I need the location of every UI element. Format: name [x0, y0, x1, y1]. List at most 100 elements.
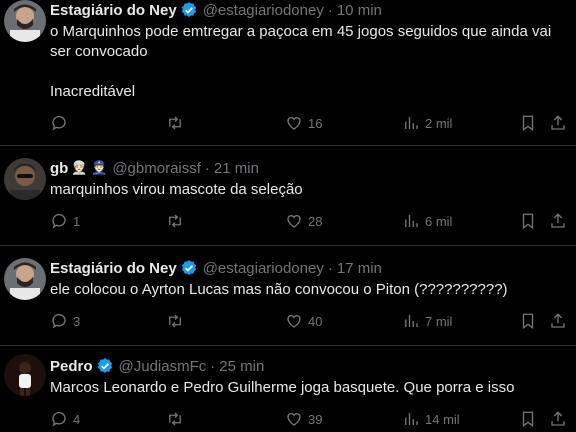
- verified-badge-icon: [180, 1, 198, 19]
- like-icon: [287, 117, 301, 130]
- retweet-button[interactable]: [166, 312, 184, 330]
- avatar[interactable]: [4, 158, 46, 200]
- views-button[interactable]: 2 mil: [402, 114, 452, 132]
- reply-button[interactable]: [50, 114, 73, 132]
- verified-badge-icon: [180, 259, 198, 277]
- tweet[interactable]: Estagiário do Ney @estagiariodoney · 17 …: [0, 246, 576, 346]
- bookmark-button[interactable]: [519, 212, 537, 230]
- views-button[interactable]: 7 mil: [402, 312, 452, 330]
- like-count: 28: [308, 213, 323, 229]
- like-icon: [287, 315, 301, 328]
- like-button[interactable]: 40: [285, 312, 322, 330]
- bookmark-icon: [522, 213, 534, 230]
- separator: ·: [210, 357, 216, 375]
- tweet-text-line: o Marquinhos pode emtregar a paçoca em 4…: [50, 23, 552, 40]
- share-icon: [551, 115, 565, 130]
- share-button[interactable]: [549, 114, 567, 132]
- reply-icon: [52, 115, 66, 131]
- tweet-header: gb 👳🏻 👮🏻 @gbmoraissf · 21 min: [50, 158, 576, 178]
- like-button[interactable]: 16: [285, 114, 322, 132]
- reply-count: 1: [73, 213, 81, 229]
- like-count: 16: [308, 115, 323, 131]
- display-name[interactable]: Estagiário do Ney: [50, 260, 177, 277]
- retweet-icon: [169, 116, 181, 130]
- tweet-header: Estagiário do Ney @estagiariodoney · 10 …: [50, 0, 576, 20]
- bookmark-button[interactable]: [519, 312, 537, 330]
- like-button[interactable]: 39: [285, 410, 322, 428]
- tweet-text: marquinhos virou mascote da seleção: [50, 180, 576, 200]
- separator: ·: [204, 159, 210, 177]
- handle[interactable]: @gbmoraissf: [112, 160, 201, 177]
- avatar[interactable]: [4, 354, 46, 396]
- tweet-actions: 4 39 14 mil: [0, 410, 576, 430]
- views-count: 14 mil: [425, 411, 460, 427]
- bookmark-icon: [522, 411, 534, 428]
- like-count: 40: [308, 313, 323, 329]
- verified-badge-icon: [96, 357, 114, 375]
- share-icon: [551, 313, 565, 328]
- tweet-text-line: ele colocou o Ayrton Lucas mas não convo…: [50, 281, 508, 298]
- share-button[interactable]: [549, 212, 567, 230]
- reply-icon: [52, 213, 66, 229]
- reply-icon: [52, 411, 66, 427]
- tweet[interactable]: Pedro @JudiasmFc · 25 min Marcos Leonard…: [0, 346, 576, 432]
- tweet-header: Pedro @JudiasmFc · 25 min: [50, 356, 576, 376]
- share-button[interactable]: [549, 312, 567, 330]
- tweet-actions: 1 28 6 mil: [0, 212, 576, 232]
- tweet-header: Estagiário do Ney @estagiariodoney · 17 …: [50, 258, 576, 278]
- timestamp[interactable]: 10 min: [337, 2, 382, 19]
- views-icon: [405, 117, 418, 129]
- retweet-button[interactable]: [166, 212, 184, 230]
- name-emojis: 👳🏻 👮🏻: [71, 160, 108, 175]
- tweet-actions: 16 2 mil: [0, 114, 576, 134]
- timestamp[interactable]: 25 min: [219, 358, 264, 375]
- views-icon: [405, 413, 418, 425]
- tweet-text-line: [50, 62, 576, 82]
- display-name[interactable]: Pedro: [50, 358, 93, 375]
- views-icon: [405, 315, 418, 327]
- timestamp[interactable]: 17 min: [337, 260, 382, 277]
- tweet-text: o Marquinhos pode emtregar a paçoca em 4…: [50, 22, 576, 102]
- handle[interactable]: @estagiariodoney: [203, 260, 324, 277]
- timestamp[interactable]: 21 min: [214, 160, 259, 177]
- retweet-button[interactable]: [166, 114, 184, 132]
- like-icon: [287, 215, 301, 228]
- tweet[interactable]: Estagiário do Ney @estagiariodoney · 10 …: [0, 0, 576, 146]
- bookmark-icon: [522, 313, 534, 330]
- bookmark-button[interactable]: [519, 114, 537, 132]
- like-icon: [287, 413, 301, 426]
- views-count: 6 mil: [425, 213, 453, 229]
- handle[interactable]: @JudiasmFc: [119, 358, 207, 375]
- tweet[interactable]: gb 👳🏻 👮🏻 @gbmoraissf · 21 min marquinhos…: [0, 146, 576, 246]
- like-count: 39: [308, 411, 323, 427]
- avatar[interactable]: [4, 0, 46, 42]
- tweet-text-line: ser convocado: [50, 43, 148, 60]
- like-button[interactable]: 28: [285, 212, 322, 230]
- retweet-icon: [169, 412, 181, 426]
- views-icon: [405, 215, 418, 227]
- views-button[interactable]: 14 mil: [402, 410, 460, 428]
- reply-button[interactable]: 4: [50, 410, 80, 428]
- display-name[interactable]: gb: [50, 160, 68, 177]
- tweet-text: Marcos Leonardo e Pedro Guilherme joga b…: [50, 378, 576, 398]
- tweet-actions: 3 40 7 mil: [0, 312, 576, 332]
- reply-count: 3: [73, 313, 81, 329]
- reply-icon: [52, 313, 66, 329]
- retweet-icon: [169, 214, 181, 228]
- handle[interactable]: @estagiariodoney: [203, 2, 324, 19]
- tweet-text: ele colocou o Ayrton Lucas mas não convo…: [50, 280, 576, 300]
- bookmark-icon: [522, 115, 534, 132]
- tweet-text-line: Inacreditável: [50, 83, 136, 100]
- display-name[interactable]: Estagiário do Ney: [50, 2, 177, 19]
- reply-button[interactable]: 1: [50, 212, 80, 230]
- avatar[interactable]: [4, 258, 46, 300]
- views-count: 2 mil: [425, 115, 453, 131]
- views-button[interactable]: 6 mil: [402, 212, 452, 230]
- share-button[interactable]: [549, 410, 567, 428]
- reply-button[interactable]: 3: [50, 312, 80, 330]
- bookmark-button[interactable]: [519, 410, 537, 428]
- retweet-button[interactable]: [166, 410, 184, 428]
- share-icon: [551, 411, 565, 426]
- separator: ·: [327, 1, 333, 19]
- share-icon: [551, 213, 565, 228]
